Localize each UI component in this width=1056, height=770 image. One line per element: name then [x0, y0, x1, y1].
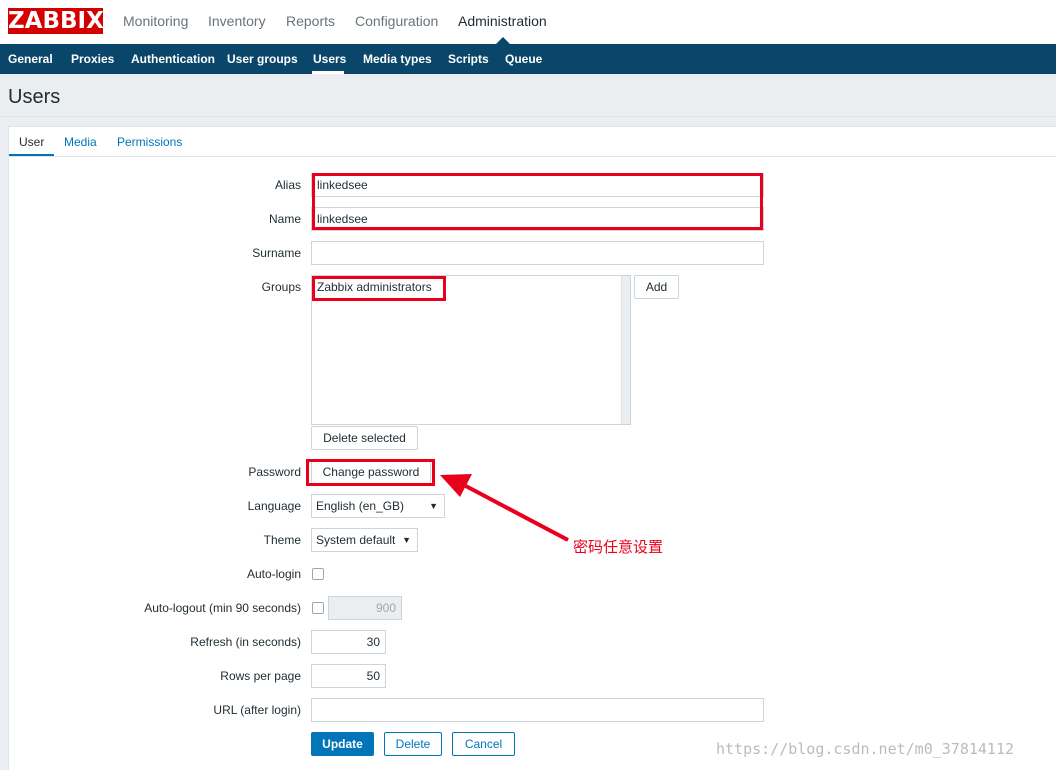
watermark: https://blog.csdn.net/m0_37814112	[716, 740, 1015, 758]
password-label: Password	[248, 465, 301, 479]
autologout-label: Auto-logout (min 90 seconds)	[144, 601, 301, 615]
menu-inventory[interactable]: Inventory	[208, 13, 266, 29]
zabbix-logo[interactable]: ZABBIX	[8, 8, 104, 34]
refresh-input[interactable]: 30	[311, 630, 386, 654]
submenu-authentication[interactable]: Authentication	[131, 52, 215, 66]
language-label: Language	[247, 499, 301, 513]
submenu-proxies[interactable]: Proxies	[71, 52, 114, 66]
autologout-input[interactable]: 900	[328, 596, 402, 620]
submenu-general[interactable]: General	[8, 52, 53, 66]
delete-button[interactable]: Delete	[384, 732, 442, 756]
submenu-media-types[interactable]: Media types	[363, 52, 432, 66]
active-submenu-indicator	[312, 71, 344, 74]
rows-per-page-input[interactable]: 50	[311, 664, 386, 688]
url-label: URL (after login)	[213, 703, 301, 717]
theme-label: Theme	[263, 533, 301, 547]
language-value: English (en_GB)	[316, 499, 405, 513]
surname-input[interactable]	[311, 241, 764, 265]
menu-reports[interactable]: Reports	[286, 13, 335, 29]
annotation-arrow-icon	[440, 474, 569, 542]
groups-scrollbar[interactable]	[621, 276, 630, 424]
add-group-button[interactable]: Add	[634, 275, 679, 299]
refresh-label: Refresh (in seconds)	[190, 635, 301, 649]
groups-listbox[interactable]: Zabbix administrators	[311, 275, 631, 425]
tab-user[interactable]: User	[19, 135, 44, 149]
submenu-user-groups[interactable]: User groups	[227, 52, 298, 66]
submenu-scripts[interactable]: Scripts	[448, 52, 489, 66]
delete-selected-button[interactable]: Delete selected	[311, 426, 418, 450]
dropdown-arrow-icon: ▼	[429, 501, 438, 511]
alias-input[interactable]: linkedsee	[311, 173, 764, 197]
title-divider	[0, 116, 1056, 117]
menu-configuration[interactable]: Configuration	[355, 13, 438, 29]
theme-value: System default	[316, 533, 396, 547]
alias-label: Alias	[274, 178, 301, 192]
sub-navigation: General Proxies Authentication User grou…	[0, 44, 1056, 74]
top-header: ZABBIX Monitoring Inventory Reports Conf…	[0, 0, 1056, 44]
autologin-label: Auto-login	[246, 567, 301, 581]
autologout-checkbox[interactable]	[312, 602, 324, 614]
submenu-queue[interactable]: Queue	[505, 52, 542, 66]
tab-media[interactable]: Media	[64, 135, 97, 149]
menu-administration[interactable]: Administration	[458, 13, 547, 29]
change-password-button[interactable]: Change password	[311, 460, 431, 484]
update-button[interactable]: Update	[311, 732, 374, 756]
name-input[interactable]: linkedsee	[311, 207, 764, 231]
theme-select[interactable]: System default ▼	[311, 528, 418, 552]
autologin-checkbox[interactable]	[312, 568, 324, 580]
language-select[interactable]: English (en_GB) ▼	[311, 494, 445, 518]
name-label: Name	[268, 212, 301, 226]
url-input[interactable]	[311, 698, 764, 722]
rows-per-page-label: Rows per page	[220, 669, 301, 683]
cancel-button[interactable]: Cancel	[452, 732, 515, 756]
page-title: Users	[8, 86, 61, 108]
group-item[interactable]: Zabbix administrators	[317, 280, 432, 294]
submenu-users[interactable]: Users	[313, 52, 346, 66]
groups-label: Groups	[261, 280, 301, 294]
surname-label: Surname	[252, 246, 301, 260]
dropdown-arrow-icon: ▼	[402, 535, 411, 545]
active-menu-caret-icon	[496, 37, 510, 44]
tabs-divider	[8, 156, 1056, 157]
annotation-text: 密码任意设置	[573, 538, 664, 556]
tab-permissions[interactable]: Permissions	[117, 135, 182, 149]
menu-monitoring[interactable]: Monitoring	[123, 13, 188, 29]
